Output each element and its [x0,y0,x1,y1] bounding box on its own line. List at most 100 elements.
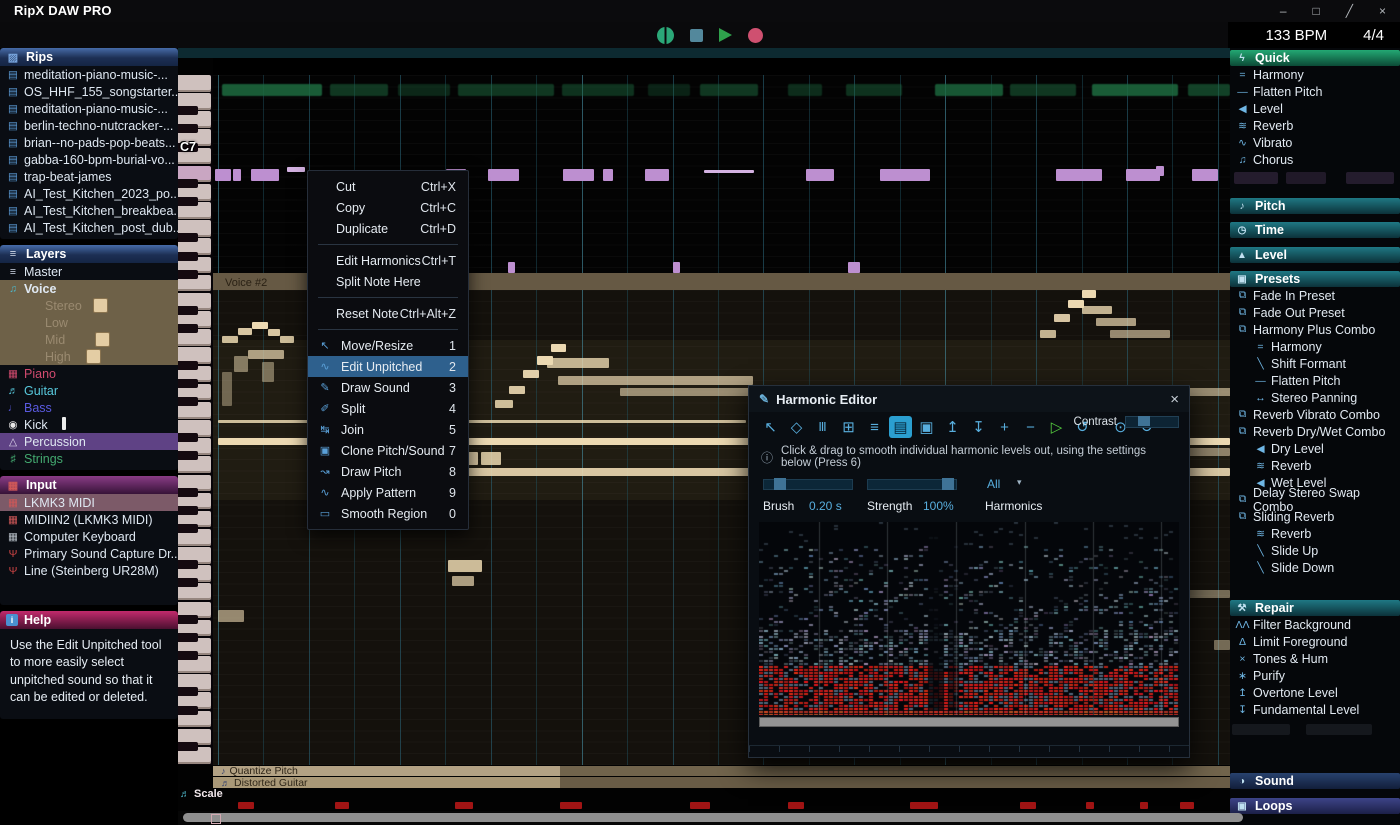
piano-key-black[interactable] [178,252,198,261]
layer-slider[interactable] [62,417,66,430]
note-beige[interactable] [222,372,232,406]
dropdown-caret-icon[interactable]: ▾ [1017,477,1022,488]
piano-key-black[interactable] [178,106,198,115]
repair-item[interactable]: ↥ Overtone Level [1230,684,1400,701]
layer-item[interactable]: △ Percussion [0,433,178,450]
piano-key-black[interactable] [178,433,198,442]
harmonic-spectrogram[interactable] [759,522,1179,715]
repair-item[interactable]: ΛΛ Filter Background [1230,616,1400,633]
input-item[interactable]: ▦ LKMK3 MIDI [0,494,178,511]
note-beige[interactable] [558,376,753,385]
time-signature[interactable]: 4/4 [1363,27,1384,44]
dialog-tool[interactable]: Ⅲ [811,416,834,438]
piano-key[interactable] [178,75,211,92]
harmonics-select[interactable]: All [987,477,1000,491]
note-beige[interactable] [238,328,252,335]
record-button[interactable] [748,28,763,43]
dialog-tool[interactable]: ◇ [785,416,808,438]
note[interactable] [1056,169,1102,181]
note[interactable] [806,169,834,181]
note[interactable] [880,169,930,181]
note-beige[interactable] [448,560,482,572]
note-beige[interactable] [509,386,525,394]
piano-key-black[interactable] [178,124,198,133]
piano-key-black[interactable] [178,233,198,242]
context-menu-tool[interactable]: ↖ Move/Resize 1 [308,335,468,356]
spectrogram-scrollbar[interactable] [759,717,1179,727]
play-button[interactable] [719,28,732,42]
input-item[interactable]: ▦ Computer Keyboard [0,528,178,545]
context-menu-item[interactable]: Edit Harmonics Ctrl+T [308,250,468,271]
layer-item[interactable]: ♫ Voice [0,280,178,297]
preset-item[interactable]: ⧉ Reverb Vibrato Combo [1230,406,1400,423]
layer-item[interactable]: Low [0,314,178,331]
contrast-slider[interactable] [1125,416,1179,428]
piano-key-black[interactable] [178,451,198,460]
layer-item[interactable]: ♩ Bass [0,399,178,416]
piano-key-black[interactable] [178,578,198,587]
note-beige[interactable] [1082,290,1096,298]
rip-item[interactable]: ▤ brian--no-pads-pop-beats... [0,134,178,151]
note[interactable] [848,262,860,273]
time-section-header[interactable]: ◷ Time [1230,222,1400,238]
note-beige[interactable] [222,336,238,343]
layer-item[interactable]: ◉ Kick [0,416,178,433]
rip-item[interactable]: ▤ meditation-piano-music-... [0,100,178,117]
restore-button[interactable]: ╱ [1346,4,1353,18]
repair-item[interactable]: ∗ Purify [1230,667,1400,684]
preset-item[interactable]: ⧉ Fade In Preset [1230,287,1400,304]
context-menu-item[interactable]: Split Note Here [308,271,468,292]
distorted-guitar-strip[interactable]: ♬ Distorted Guitar [213,777,1230,788]
note-beige[interactable] [551,344,566,352]
rips-panel-header[interactable]: ▨ Rips [0,48,178,66]
presets-section-header[interactable]: ▣ Presets [1230,271,1400,287]
brush-slider[interactable] [763,479,853,490]
quick-item[interactable]: ♫ Chorus [1230,151,1400,168]
layer-item[interactable]: Stereo [0,297,178,314]
note-beige[interactable] [218,610,244,622]
note-beige[interactable] [1054,314,1070,322]
note[interactable] [645,169,669,181]
dialog-tool[interactable]: ↥ [941,416,964,438]
preset-item[interactable]: ⧉ Delay Stereo Swap Combo [1230,491,1400,508]
note[interactable] [287,167,305,172]
preset-item[interactable]: ≋ Reverb [1230,457,1400,474]
note-beige[interactable] [218,420,746,423]
layer-slider[interactable] [93,298,108,313]
brush-slider-handle[interactable] [774,478,786,490]
horizontal-scrollbar[interactable] [183,813,1243,822]
preset-item[interactable]: ↔ Stereo Panning [1230,389,1400,406]
piano-key-black[interactable] [178,397,198,406]
note-beige[interactable] [495,400,513,408]
context-menu-tool[interactable]: ↝ Draw Pitch 8 [308,461,468,482]
input-panel-header[interactable]: ▦ Input [0,476,178,494]
repair-section-header[interactable]: ⚒ Repair [1230,600,1400,616]
rip-item[interactable]: ▤ trap-beat-james [0,168,178,185]
context-menu-item[interactable]: Duplicate Ctrl+D [308,218,468,239]
dialog-tool[interactable]: ↧ [967,416,990,438]
ripx-logo-icon[interactable] [657,27,674,44]
layers-panel-header[interactable]: ≡ Layers [0,245,178,263]
layer-slider[interactable] [95,332,110,347]
close-button[interactable]: × [1379,4,1386,18]
context-menu-tool[interactable]: ✐ Split 4 [308,398,468,419]
repair-item[interactable]: Δ Limit Foreground [1230,633,1400,650]
layer-item[interactable]: High [0,348,178,365]
piano-key-black[interactable] [178,179,198,188]
piano-key-black[interactable] [178,651,198,660]
note-beige[interactable] [1110,330,1170,338]
note[interactable] [251,169,279,181]
dialog-tool[interactable]: ▣ [915,416,938,438]
help-panel-header[interactable]: i Help [0,611,178,629]
rip-item[interactable]: ▤ meditation-piano-music-... [0,66,178,83]
note-beige[interactable] [234,356,248,372]
layer-item[interactable]: ♯ Strings [0,450,178,467]
piano-key-black[interactable] [178,742,198,751]
note[interactable] [1126,169,1160,181]
repair-item[interactable]: × Tones & Hum [1230,650,1400,667]
bpm-value[interactable]: 133 BPM [1265,27,1327,44]
layer-item[interactable]: ♬ Guitar [0,382,178,399]
note[interactable] [1192,169,1218,181]
note-beige[interactable] [1040,330,1056,338]
pitch-section-header[interactable]: ♪ Pitch [1230,198,1400,214]
